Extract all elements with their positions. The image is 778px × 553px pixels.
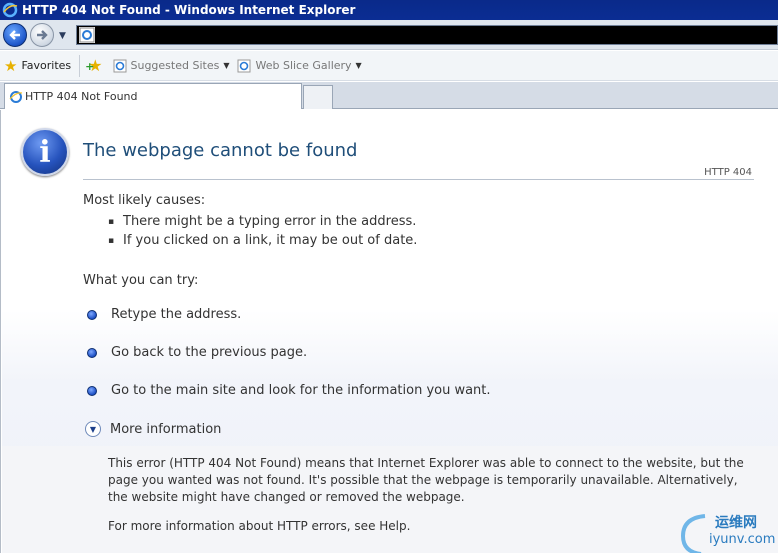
try-item-main-site[interactable]: Go to the main site and look for the inf…: [87, 383, 491, 398]
chevron-down-icon: ▼: [355, 61, 362, 70]
address-bar[interactable]: [76, 25, 778, 45]
page-ie-icon: [79, 27, 95, 43]
suggested-sites-button[interactable]: Suggested Sites ▼: [109, 54, 234, 78]
try-item-retype[interactable]: Retype the address.: [87, 307, 241, 322]
cause-text: If you clicked on a link, it may be out …: [123, 233, 418, 248]
page-content: i The webpage cannot be found HTTP 404 M…: [0, 110, 778, 553]
divider: [83, 179, 754, 180]
more-information-label: More information: [110, 421, 222, 437]
try-item-text: Go back to the previous page.: [111, 345, 308, 360]
favorites-bar: ★ Favorites ★ Suggested Sites ▼ Web Slic…: [0, 51, 778, 81]
more-information-toggle[interactable]: ▼ More information: [85, 421, 221, 437]
ie-page-icon: [237, 59, 251, 72]
add-to-favorites-button[interactable]: ★: [84, 54, 108, 78]
tab-label: HTTP 404 Not Found: [25, 90, 138, 103]
try-heading: What you can try:: [83, 273, 199, 288]
chevron-down-icon: ▼: [85, 421, 101, 437]
watermark-cn: 运维网: [715, 515, 757, 531]
bullet-icon: [87, 309, 97, 320]
window-titlebar: HTTP 404 Not Found - Windows Internet Ex…: [0, 0, 778, 20]
more-info-text: This error (HTTP 404 Not Found) means th…: [108, 456, 744, 504]
back-button[interactable]: [3, 23, 27, 47]
add-favorite-icon: ★: [85, 56, 102, 75]
suggested-sites-label: Suggested Sites: [130, 59, 220, 72]
window-title: HTTP 404 Not Found - Windows Internet Ex…: [22, 3, 356, 17]
watermark-logo: 运维网 iyunv.com: [673, 508, 778, 553]
ie-tab-icon: [9, 90, 23, 103]
navigation-bar: ▼: [0, 20, 778, 50]
try-item-text: Go to the main site and look for the inf…: [111, 383, 491, 398]
history-dropdown-button[interactable]: ▼: [59, 31, 66, 41]
ie-logo-icon: [2, 2, 18, 18]
try-item-go-back[interactable]: Go back to the previous page.: [87, 345, 307, 360]
cause-item: There might be a typing error in the add…: [108, 214, 417, 229]
cause-item: If you clicked on a link, it may be out …: [108, 233, 418, 248]
watermark-en: iyunv.com: [709, 532, 776, 547]
bullet-icon: [87, 347, 97, 358]
tab-http-404[interactable]: HTTP 404 Not Found: [4, 83, 302, 109]
bullet-icon: [87, 385, 97, 396]
new-tab-button[interactable]: [303, 85, 333, 109]
arrow-right-icon: [37, 30, 48, 40]
tab-bar: HTTP 404 Not Found: [0, 82, 778, 109]
star-icon: ★: [4, 56, 18, 75]
web-slice-gallery-label: Web Slice Gallery: [255, 59, 352, 72]
more-info-help: For more information about HTTP errors, …: [108, 519, 411, 533]
try-item-text: Retype the address.: [111, 307, 242, 322]
separator: [79, 54, 81, 77]
favorites-label: Favorites: [21, 59, 72, 72]
info-icon: i: [21, 128, 69, 176]
ie-page-icon: [113, 59, 126, 72]
favorites-button[interactable]: ★ Favorites: [0, 54, 75, 78]
forward-button[interactable]: [30, 23, 54, 47]
web-slice-gallery-button[interactable]: Web Slice Gallery ▼: [233, 54, 365, 78]
chevron-down-icon: ▼: [223, 61, 230, 70]
cause-text: There might be a typing error in the add…: [123, 214, 417, 229]
arrow-left-icon: [9, 30, 20, 40]
causes-heading: Most likely causes:: [83, 193, 206, 208]
http-status-code: HTTP 404: [704, 167, 752, 178]
page-title: The webpage cannot be found: [83, 140, 358, 161]
